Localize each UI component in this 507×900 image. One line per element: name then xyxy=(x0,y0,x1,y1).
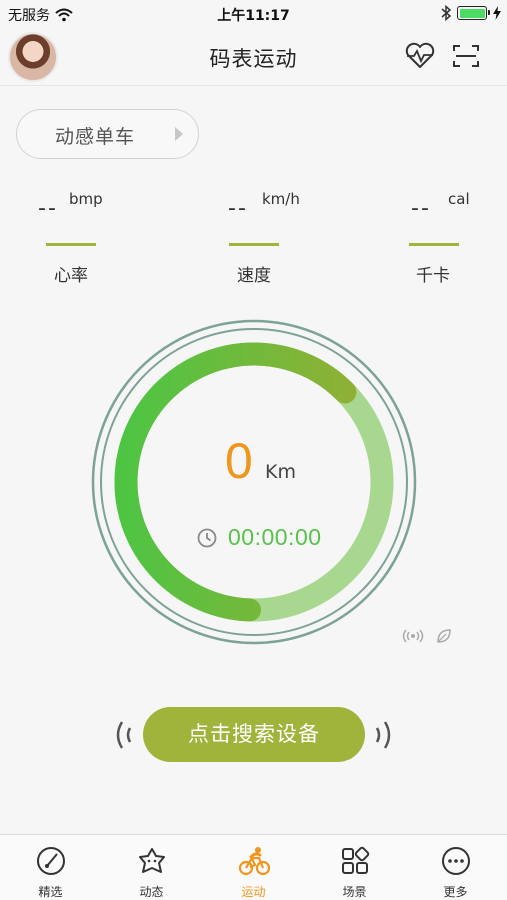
tab-label: 更多 xyxy=(443,885,468,899)
tab-label: 动态 xyxy=(139,885,164,899)
cycling-icon xyxy=(238,847,270,876)
timer-value: 00:00:00 xyxy=(228,524,322,550)
tab-label: 运动 xyxy=(241,885,266,899)
leaf-icon xyxy=(437,629,451,643)
timer: 00:00:00 xyxy=(196,524,322,551)
signal-broadcast-icon xyxy=(402,629,424,643)
distance-value: 0 xyxy=(225,433,253,489)
ring-inner-outline xyxy=(100,328,408,636)
tab-label: 场景 xyxy=(342,885,367,899)
tab-label: 精选 xyxy=(38,885,63,899)
tab-scenes[interactable]: 场景 xyxy=(304,835,405,900)
wave-right-icon xyxy=(375,721,391,749)
tab-feed[interactable]: 动态 xyxy=(101,835,202,900)
search-device-button[interactable]: 点击搜索设备 xyxy=(143,707,365,762)
more-dots-icon xyxy=(442,847,470,875)
tab-featured[interactable]: 精选 xyxy=(0,835,101,900)
connection-icons xyxy=(401,627,453,645)
grid-icon xyxy=(342,846,370,874)
wave-left-icon xyxy=(116,721,132,749)
tab-bar: 精选 动态 运动 场景 更多 xyxy=(0,834,507,900)
progress-ring xyxy=(91,319,417,645)
star-face-icon xyxy=(139,848,165,873)
distance-unit: Km xyxy=(265,461,296,483)
tab-exercise[interactable]: 运动 xyxy=(203,835,304,900)
compass-icon xyxy=(37,847,65,875)
tab-more[interactable]: 更多 xyxy=(405,835,506,900)
clock-icon xyxy=(197,528,217,547)
ring-outer-outline xyxy=(91,319,417,645)
